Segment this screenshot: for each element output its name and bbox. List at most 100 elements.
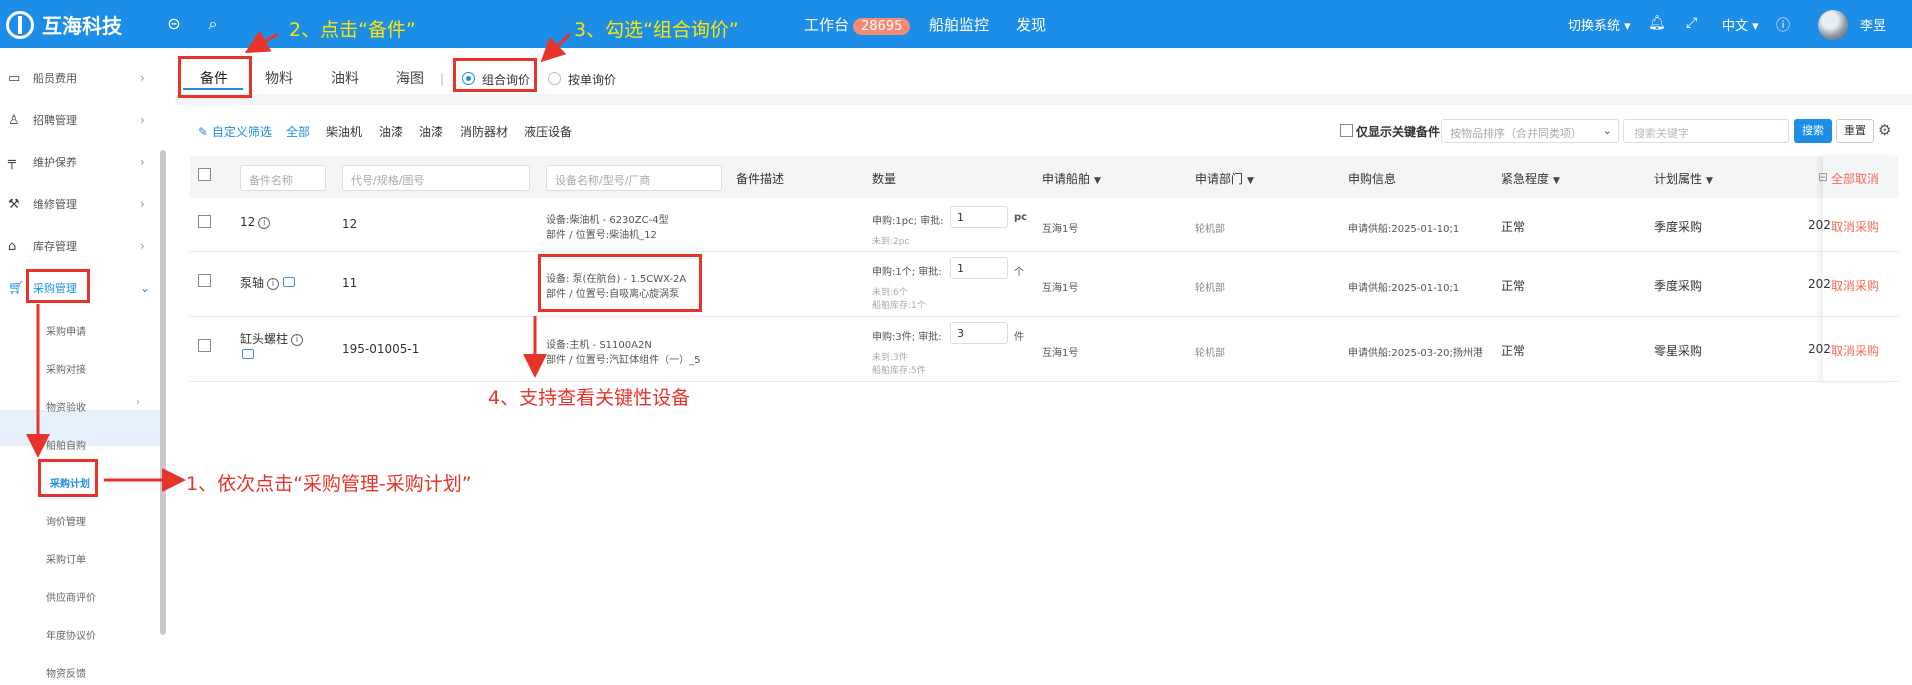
chevron-right-icon: ›: [140, 239, 145, 253]
header-ship[interactable]: 申请船舶 ▼: [1042, 170, 1101, 187]
tab-oil[interactable]: 油料: [331, 68, 359, 88]
sidebar-sub-supplier-eval[interactable]: 供应商评价: [0, 583, 160, 609]
part-name-filter[interactable]: 备件名称: [240, 165, 326, 191]
info-icon[interactable]: i: [258, 217, 271, 229]
dept-name: 轮机部: [1195, 283, 1225, 294]
header-dept[interactable]: 申请部门 ▼: [1195, 170, 1254, 187]
image-icon[interactable]: [242, 349, 254, 359]
date-truncated: 202: [1808, 342, 1831, 356]
search-icon[interactable]: ⌕: [203, 14, 223, 34]
info-icon[interactable]: i: [267, 278, 280, 290]
filter-hydraulic[interactable]: 液压设备: [524, 123, 572, 140]
filter-all[interactable]: 全部: [286, 123, 310, 140]
tool-icon: ╤: [8, 154, 16, 170]
keyword-search-input[interactable]: 搜索关键字: [1623, 119, 1789, 143]
sidebar-sub-feedback[interactable]: 物资反馈: [0, 659, 160, 685]
urgency: 正常: [1501, 344, 1526, 358]
approve-qty-input[interactable]: 1: [950, 257, 1008, 279]
info-icon[interactable]: i: [291, 334, 304, 346]
part-code: 195-01005-1: [342, 342, 420, 356]
bell-icon[interactable]: 🔔︎: [1648, 15, 1666, 31]
equipment-filter[interactable]: 设备名称/型号/厂商: [546, 165, 722, 191]
back-icon[interactable]: ⊝: [164, 14, 184, 34]
sidebar-item-maintenance[interactable]: ╤ 维护保养 ›: [0, 147, 160, 177]
filter-diesel[interactable]: 柴油机: [326, 123, 362, 140]
row-checkbox[interactable]: [198, 274, 211, 287]
annotation-box-purchase-menu: [26, 269, 90, 303]
cancel-purchase-button[interactable]: 取消采购: [1831, 277, 1879, 294]
qty-pending: 未到:3件: [872, 353, 908, 363]
annotation-box-purchase-plan: [38, 459, 98, 497]
equipment-line1: 设备:柴油机 - 6230ZC-4型: [546, 215, 669, 226]
qty-pending: 未到:6个: [872, 288, 908, 298]
switch-system-dropdown[interactable]: 切换系统 ▾: [1568, 15, 1631, 34]
user-icon: ♙: [8, 112, 20, 128]
part-name: 泵轴 i: [240, 274, 296, 291]
nav-ship-monitor[interactable]: 船舶监控: [929, 14, 989, 35]
image-icon[interactable]: [283, 277, 296, 287]
help-icon[interactable]: ⓘ: [1776, 15, 1790, 35]
ship-name: 互海1号: [1042, 224, 1079, 235]
approve-qty-input[interactable]: 3: [950, 322, 1008, 344]
part-code: 12: [342, 217, 358, 231]
sidebar-item-inventory[interactable]: ⌂ 库存管理 ›: [0, 231, 160, 261]
chevron-right-icon: ›: [140, 155, 145, 169]
search-button[interactable]: 搜索: [1794, 119, 1832, 143]
gear-icon[interactable]: ⚙: [1878, 121, 1891, 139]
approve-qty-input[interactable]: 1: [950, 206, 1008, 228]
sidebar-item-recruit[interactable]: ♙ 招聘管理 ›: [0, 105, 160, 135]
purchase-info: 申请供船:2025-03-20;扬州港: [1348, 348, 1483, 359]
fullscreen-icon[interactable]: ⤢: [1686, 15, 1697, 31]
part-image: [240, 348, 254, 362]
header-urgency[interactable]: 紧急程度 ▼: [1501, 170, 1560, 187]
qty-unit: 个: [1014, 267, 1024, 278]
dept-name: 轮机部: [1195, 224, 1225, 235]
cancel-purchase-button[interactable]: 取消采购: [1831, 218, 1879, 235]
plan-type: 季度采购: [1654, 279, 1703, 293]
key-only-label[interactable]: 仅显示关键备件: [1356, 123, 1440, 140]
sidebar-item-crew-cost[interactable]: ▭ 船员费用 ›: [0, 63, 160, 93]
urgency: 正常: [1501, 279, 1526, 293]
sidebar-sub-purchase-request[interactable]: 采购申请: [0, 317, 160, 343]
user-name[interactable]: 李昱: [1860, 15, 1886, 34]
sidebar-sub-purchase-order[interactable]: 采购订单: [0, 545, 160, 571]
select-all-checkbox[interactable]: [198, 168, 211, 181]
header-plan[interactable]: 计划属性 ▼: [1654, 170, 1713, 187]
equipment-line2: 部件 / 位置号:柴油机_12: [546, 230, 657, 241]
chevron-right-icon: ›: [136, 397, 140, 408]
radio-single-inquiry[interactable]: [548, 72, 561, 85]
row-checkbox[interactable]: [198, 215, 211, 228]
radio-single-label[interactable]: 按单询价: [568, 71, 616, 88]
filter-paint-1[interactable]: 油漆: [379, 123, 403, 140]
qty-label: 申购:3件; 审批:: [872, 332, 942, 343]
key-only-checkbox[interactable]: [1340, 124, 1353, 137]
tab-materials[interactable]: 物料: [265, 68, 293, 88]
sort-select[interactable]: 按物品排序（合并同类项） ⌄: [1441, 119, 1619, 143]
sidebar-scrollbar[interactable]: [160, 150, 166, 635]
filter-paint-2[interactable]: 油漆: [419, 123, 443, 140]
code-filter[interactable]: 代号/规格/图号: [342, 165, 530, 191]
logo[interactable]: 互海科技: [6, 10, 122, 39]
purchase-info: 申请供船:2025-01-10;1: [1348, 283, 1460, 294]
chevron-right-icon: ›: [140, 197, 145, 211]
sidebar-item-repair[interactable]: ⚒ 维修管理 ›: [0, 189, 160, 219]
row-checkbox[interactable]: [198, 339, 211, 352]
custom-filter-link[interactable]: ✎ 自定义筛选: [198, 123, 272, 140]
filter-fire-equipment[interactable]: 消防器材: [460, 123, 508, 140]
tab-charts[interactable]: 海图: [396, 68, 424, 88]
sidebar-sub-annual-price[interactable]: 年度协议价: [0, 621, 160, 647]
divider: |: [440, 72, 445, 86]
chevron-down-icon: ⌄: [140, 281, 151, 295]
cancel-purchase-button[interactable]: 取消采购: [1831, 342, 1879, 359]
nav-discover[interactable]: 发现: [1016, 14, 1046, 35]
sidebar-sub-inquiry[interactable]: 询价管理: [0, 507, 160, 533]
reset-button[interactable]: 重置: [1836, 119, 1874, 143]
nav-workbench[interactable]: 工作台 28695: [804, 14, 911, 35]
sidebar-sub-purchase-docking[interactable]: 采购对接: [0, 355, 160, 381]
sidebar-sub-ship-self-purchase[interactable]: 船舶自购: [0, 431, 160, 457]
avatar[interactable]: [1818, 10, 1848, 40]
annotation-box-equipment: [538, 254, 702, 312]
language-dropdown[interactable]: 中文 ▾: [1722, 15, 1759, 34]
qty-pending: 未到:2pc: [872, 237, 910, 247]
sidebar-sub-acceptance[interactable]: 物资验收 ›: [0, 393, 160, 419]
